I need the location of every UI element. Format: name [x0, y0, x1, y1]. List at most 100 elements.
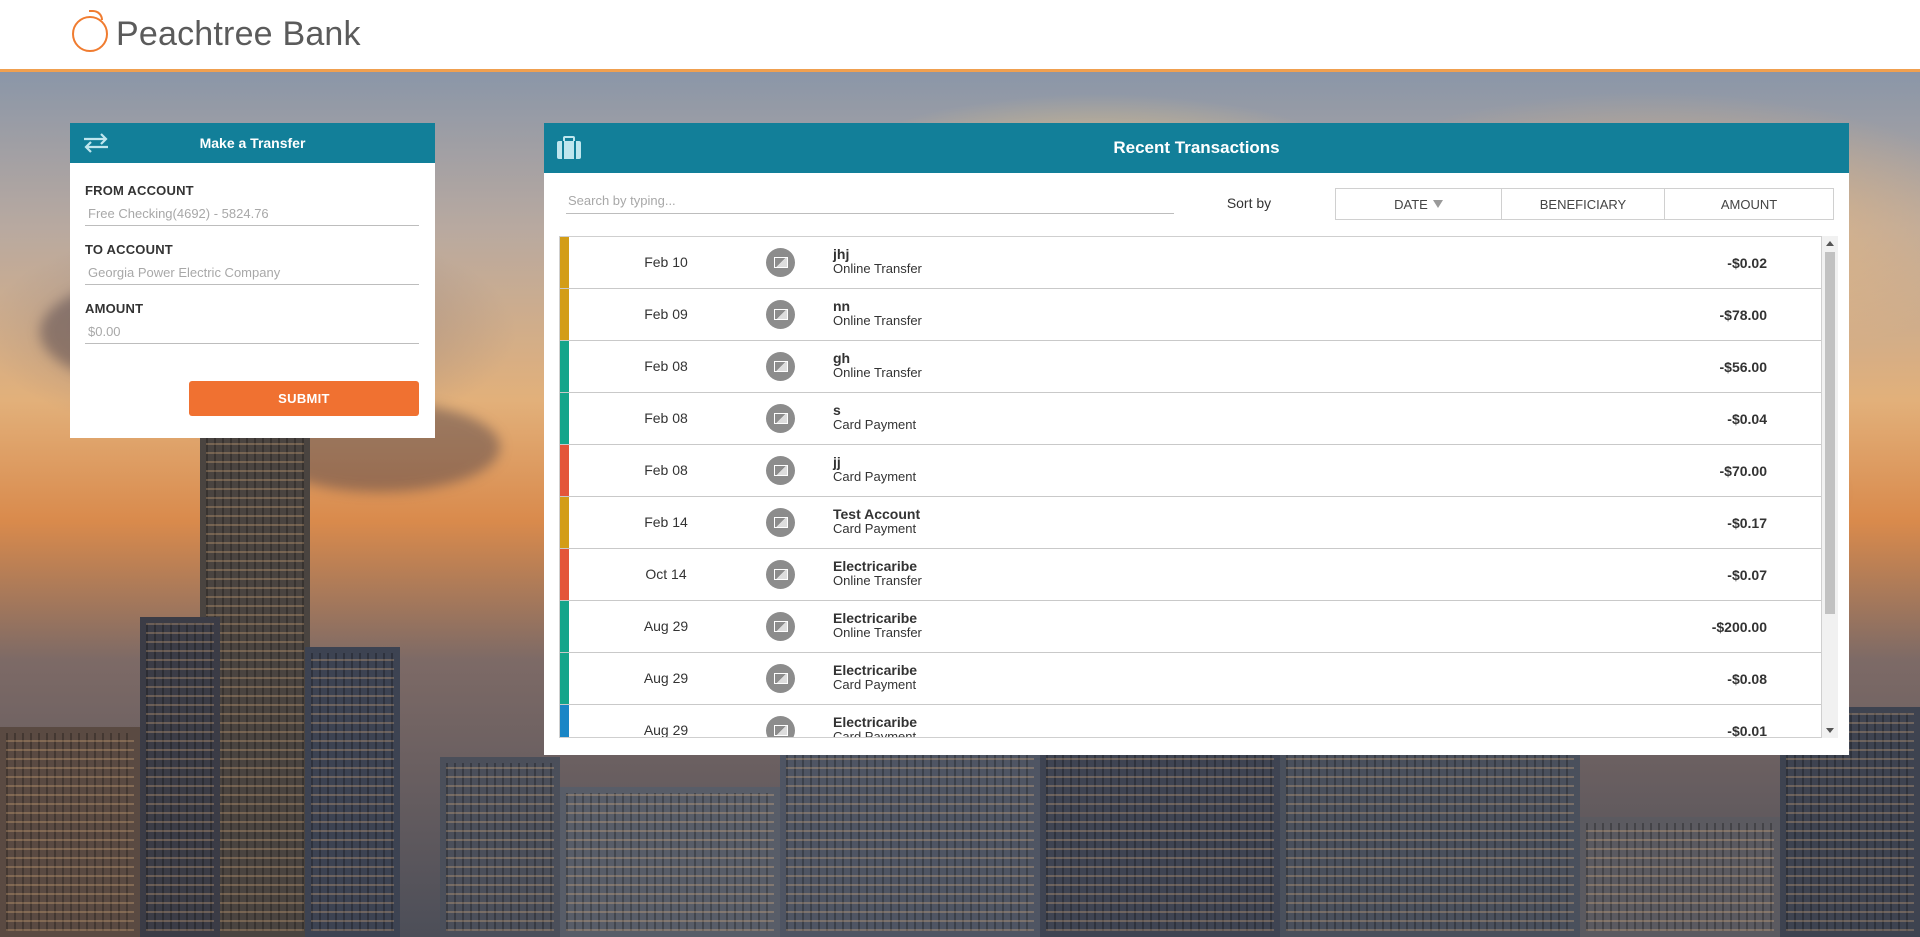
building — [1580, 817, 1780, 937]
transaction-amount: -$200.00 — [1711, 619, 1767, 635]
category-color-bar — [560, 341, 569, 392]
sort-beneficiary-label: BENEFICIARY — [1539, 196, 1627, 212]
sort-date-label: DATE — [1394, 196, 1428, 212]
transaction-beneficiary: Electricaribe — [833, 662, 918, 678]
transaction-amount: -$0.02 — [1727, 255, 1767, 271]
transaction-beneficiary: jhj — [833, 246, 850, 262]
transaction-date: Feb 09 — [644, 306, 688, 322]
transaction-date: Aug 29 — [643, 618, 689, 634]
transaction-type: Card Payment — [833, 521, 917, 536]
transaction-row[interactable]: Aug 29 Electricaribe Online Transfer -$200.… — [560, 601, 1821, 653]
building — [1280, 737, 1580, 937]
transaction-type: Card Payment — [833, 677, 917, 692]
scroll-up-icon[interactable] — [1826, 241, 1834, 246]
category-color-bar — [560, 289, 569, 340]
transaction-date: Feb 08 — [644, 358, 688, 374]
list-scrollbar[interactable] — [1822, 236, 1838, 738]
transaction-amount: -$0.07 — [1727, 567, 1767, 583]
transaction-amount: -$78.00 — [1719, 307, 1767, 323]
sort-button-group: DATE BENEFICIARY AMOUNT — [1335, 188, 1834, 220]
submit-button[interactable]: SUBMIT — [189, 381, 419, 416]
image-placeholder-icon — [766, 664, 795, 693]
transaction-row[interactable]: Feb 08 gh Online Transfer -$56.00 — [560, 341, 1821, 393]
building — [0, 727, 140, 937]
sort-down-icon — [1432, 200, 1443, 208]
brand-name: Peachtree Bank — [116, 15, 361, 53]
transactions-panel: Recent Transactions Sort by DATE BENEFIC… — [544, 123, 1849, 755]
transaction-row[interactable]: Aug 29 Electricaribe Card Payment -$0.08 — [560, 653, 1821, 705]
transaction-type: Online Transfer — [833, 625, 922, 640]
app-header: Peachtree Bank — [0, 0, 1920, 72]
transaction-amount: -$56.00 — [1719, 359, 1767, 375]
transaction-row[interactable]: Feb 09 nn Online Transfer -$78.00 — [560, 289, 1821, 341]
transaction-type: Online Transfer — [833, 573, 922, 588]
transaction-date: Oct 14 — [645, 566, 687, 582]
scroll-thumb[interactable] — [1825, 252, 1835, 614]
transaction-date: Feb 08 — [644, 410, 688, 426]
scroll-down-icon[interactable] — [1826, 728, 1834, 733]
transaction-amount: -$0.04 — [1727, 411, 1767, 427]
transaction-beneficiary: Electricaribe — [833, 610, 918, 626]
transactions-list: Feb 10 jhj Online Transfer -$0.02 Feb 09 nn On… — [559, 236, 1822, 738]
building — [440, 757, 560, 937]
transaction-beneficiary: Electricaribe — [833, 714, 918, 730]
transaction-row[interactable]: Aug 29 Electricaribe Card Payment -$0.01 — [560, 705, 1821, 738]
peach-icon — [72, 10, 108, 52]
category-color-bar — [560, 549, 569, 600]
transaction-date: Feb 14 — [644, 514, 688, 530]
transaction-date: Aug 29 — [643, 670, 689, 686]
image-placeholder-icon — [766, 248, 795, 277]
category-color-bar — [560, 237, 569, 288]
category-color-bar — [560, 497, 569, 548]
building — [140, 617, 220, 937]
category-color-bar — [560, 653, 569, 704]
briefcase-icon — [557, 136, 581, 159]
sort-amount-button[interactable]: AMOUNT — [1665, 188, 1834, 220]
image-placeholder-icon — [766, 508, 795, 537]
transaction-row[interactable]: Feb 14 Test Account Card Payment -$0.17 — [560, 497, 1821, 549]
transaction-date: Feb 08 — [644, 462, 688, 478]
from-account-field[interactable] — [85, 202, 419, 226]
sort-beneficiary-button[interactable]: BENEFICIARY — [1502, 188, 1665, 220]
transfer-form: FROM ACCOUNT TO ACCOUNT AMOUNT — [70, 163, 435, 360]
image-placeholder-icon — [766, 352, 795, 381]
transaction-type: Card Payment — [833, 417, 917, 432]
building — [560, 787, 780, 937]
category-color-bar — [560, 705, 569, 737]
transaction-amount: -$0.17 — [1727, 515, 1767, 531]
transaction-beneficiary: gh — [833, 350, 851, 366]
transaction-row[interactable]: Feb 08 s Card Payment -$0.04 — [560, 393, 1821, 445]
transaction-type: Online Transfer — [833, 365, 922, 380]
from-account-label: FROM ACCOUNT — [85, 183, 194, 198]
sort-date-button[interactable]: DATE — [1335, 188, 1502, 220]
transaction-beneficiary: Test Account — [833, 506, 921, 522]
transactions-title: Recent Transactions — [1113, 138, 1280, 157]
transaction-row[interactable]: Feb 10 jhj Online Transfer -$0.02 — [560, 237, 1821, 289]
transactions-toolbar: Sort by DATE BENEFICIARY AMOUNT — [544, 173, 1849, 237]
category-color-bar — [560, 601, 569, 652]
image-placeholder-icon — [766, 300, 795, 329]
transaction-type: Online Transfer — [833, 313, 922, 328]
transfer-panel: Make a Transfer FROM ACCOUNT TO ACCOUNT … — [70, 123, 435, 438]
transaction-beneficiary: nn — [833, 298, 851, 314]
transaction-row[interactable]: Feb 08 jj Card Payment -$70.00 — [560, 445, 1821, 497]
brand-logo[interactable]: Peachtree Bank — [72, 10, 361, 54]
transaction-beneficiary: jj — [833, 454, 841, 470]
category-color-bar — [560, 393, 569, 444]
to-account-label: TO ACCOUNT — [85, 242, 173, 257]
sort-by-label: Sort by — [1226, 195, 1272, 211]
transfer-panel-header: Make a Transfer — [70, 123, 435, 163]
amount-field[interactable] — [85, 320, 419, 344]
transaction-date: Aug 29 — [643, 722, 689, 738]
building — [305, 647, 400, 937]
transaction-type: Card Payment — [833, 729, 917, 738]
transaction-date: Feb 10 — [644, 254, 688, 270]
transfer-title: Make a Transfer — [199, 135, 306, 151]
to-account-field[interactable] — [85, 261, 419, 285]
image-placeholder-icon — [766, 404, 795, 433]
swap-arrows-icon — [84, 133, 108, 153]
transaction-row[interactable]: Oct 14 Electricaribe Online Transfer -$0.07 — [560, 549, 1821, 601]
transaction-amount: -$0.01 — [1727, 723, 1767, 738]
image-placeholder-icon — [766, 456, 795, 485]
search-input[interactable] — [566, 188, 1174, 214]
